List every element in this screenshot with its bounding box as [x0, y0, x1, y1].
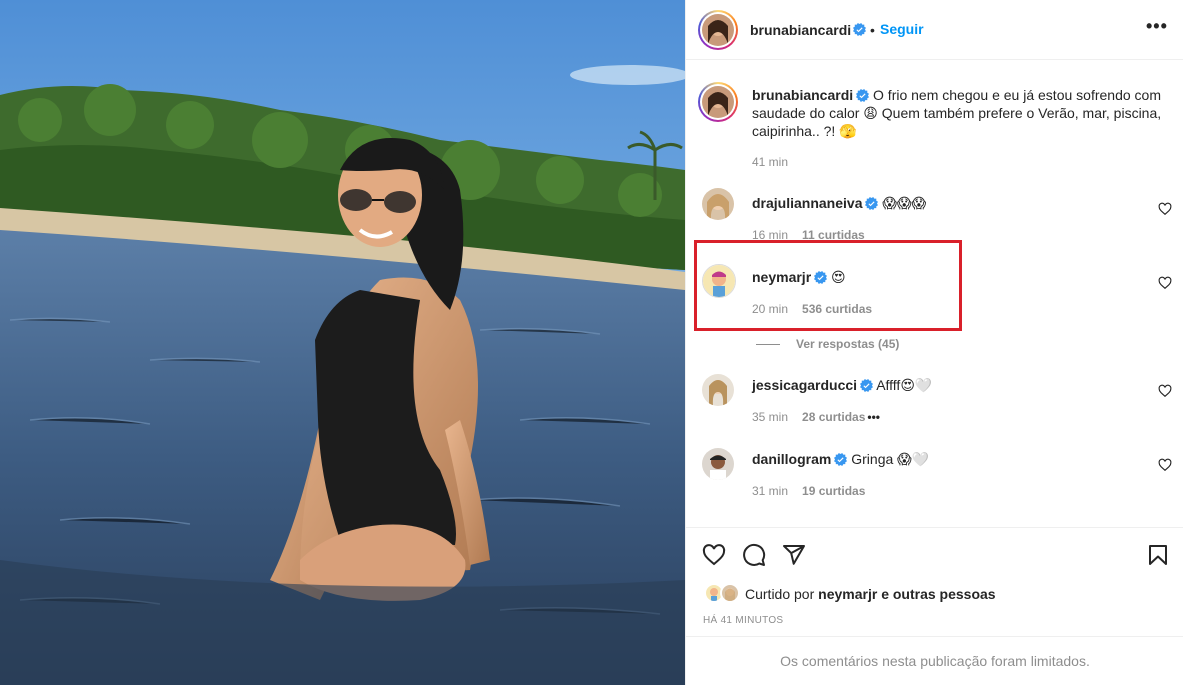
post-actions: Curtido por neymarjr e outras pessoas HÁ…: [686, 527, 1183, 685]
caption-text-line-1: O frio nem chegou e eu já estou sofrendo…: [873, 87, 1161, 103]
liked-by-text: Curtido por neymarjr e outras pessoas: [745, 586, 996, 602]
comment-more-icon[interactable]: •••: [867, 410, 880, 424]
commenter-avatar[interactable]: [702, 448, 734, 480]
caption-text-line-3: caipirinha.. ?! 🫣: [752, 123, 857, 139]
commenter-avatar[interactable]: [702, 374, 734, 406]
comment-item: jessicagarducci Affff😍🤍 35 min 28 curtida…: [686, 368, 1183, 428]
verified-badge-icon: [865, 197, 879, 210]
comment-likes[interactable]: 19 curtidas: [802, 484, 865, 498]
comment-text: 😱😱😱: [882, 195, 927, 211]
view-replies-button[interactable]: Ver respostas (45): [756, 337, 899, 351]
post-panel: brunabiancardi • Seguir ••• brunabiancar…: [685, 0, 1183, 685]
comment-username[interactable]: jessicagarducci: [752, 377, 857, 393]
caption-avatar[interactable]: [698, 82, 738, 122]
liked-by-others[interactable]: e outras pessoas: [877, 586, 995, 602]
author-username[interactable]: brunabiancardi: [750, 22, 851, 38]
post-photo[interactable]: [0, 0, 685, 685]
comment-username[interactable]: danillogram: [752, 451, 831, 467]
caption-text-line-2: saudade do calor 😩 Quem também prefere o…: [752, 105, 1162, 121]
like-heart-icon[interactable]: [702, 543, 726, 567]
heart-icon[interactable]: [1158, 384, 1172, 398]
heart-icon[interactable]: [1158, 276, 1172, 290]
post-caption: brunabiancardi O frio nem chegou e eu já…: [686, 78, 1183, 178]
comment-item: drajuliannaneiva 😱😱😱 16 min 11 curtidas: [686, 186, 1183, 246]
comment-text: Affff😍🤍: [876, 377, 933, 393]
separator-dot: •: [870, 22, 875, 38]
comment-time[interactable]: 35 min: [752, 410, 788, 424]
author-avatar[interactable]: [698, 10, 738, 50]
share-icon[interactable]: [782, 543, 806, 567]
comment-username[interactable]: drajuliannaneiva: [752, 195, 862, 211]
verified-badge-icon: [853, 23, 866, 36]
highlight-box: [694, 240, 962, 331]
verified-badge-icon: [860, 379, 874, 392]
more-options-icon[interactable]: •••: [1146, 16, 1168, 37]
caption-time[interactable]: 41 min: [752, 155, 788, 169]
post-header: brunabiancardi • Seguir •••: [686, 0, 1183, 60]
caption-username[interactable]: brunabiancardi: [752, 87, 853, 103]
comment-item: danillogram Gringa 😱🤍 31 min 19 curtidas: [686, 442, 1183, 502]
heart-icon[interactable]: [1158, 202, 1172, 216]
follow-button[interactable]: Seguir: [880, 21, 924, 37]
liker-avatar[interactable]: [720, 583, 740, 603]
liked-by-user[interactable]: neymarjr: [818, 586, 877, 602]
verified-badge-icon: [856, 89, 870, 102]
post-timestamp[interactable]: HÁ 41 MINUTOS: [703, 615, 783, 626]
comment-text: Gringa 😱🤍: [851, 451, 930, 467]
comment-time[interactable]: 31 min: [752, 484, 788, 498]
comment-likes[interactable]: 28 curtidas: [802, 410, 865, 424]
heart-icon[interactable]: [1158, 458, 1172, 472]
verified-badge-icon: [834, 453, 848, 466]
replies-divider: [756, 344, 780, 346]
comment-icon[interactable]: [742, 543, 766, 567]
commenter-avatar[interactable]: [702, 188, 734, 220]
bookmark-icon[interactable]: [1146, 543, 1170, 567]
view-replies-label: Ver respostas (45): [796, 337, 900, 351]
comments-limited-notice: Os comentários nesta publicação foram li…: [686, 636, 1183, 685]
